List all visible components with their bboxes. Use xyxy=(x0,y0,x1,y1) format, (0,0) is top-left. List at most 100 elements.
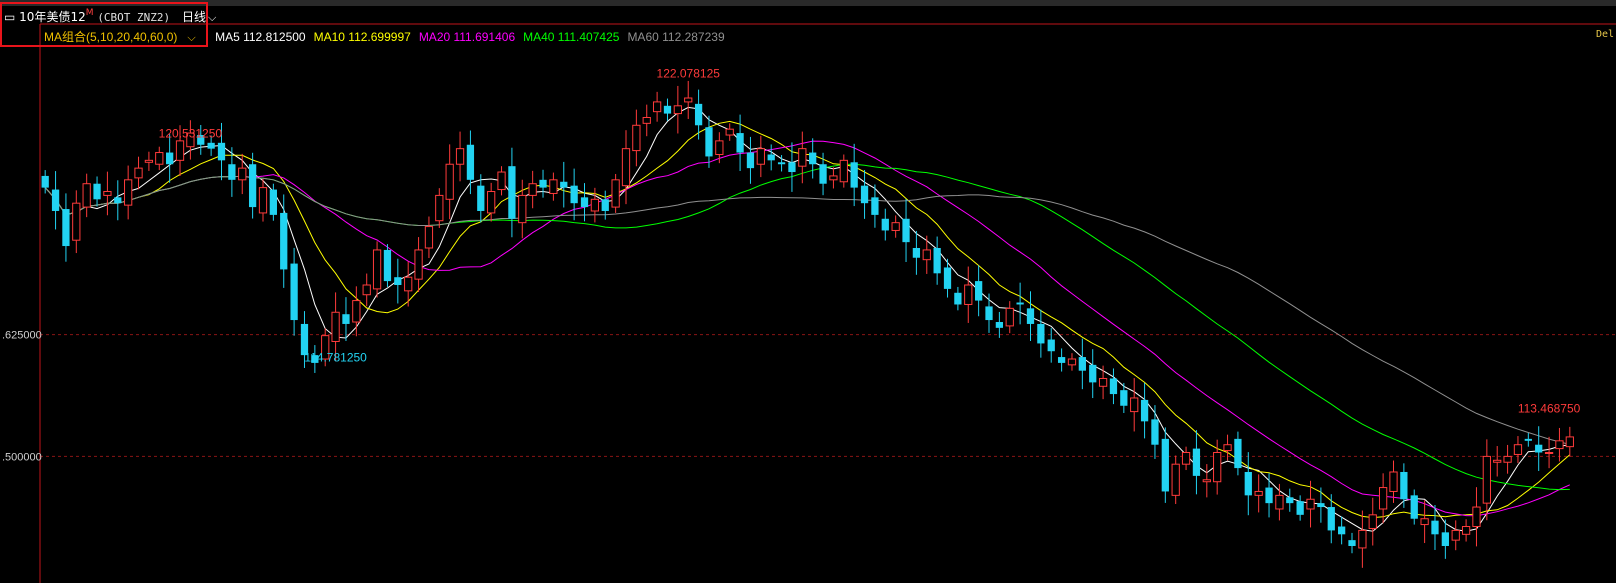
candle-up xyxy=(1482,455,1491,504)
candle-up xyxy=(1130,397,1139,413)
candle-down xyxy=(1244,471,1252,496)
candle-up xyxy=(715,140,724,155)
candle-up xyxy=(1555,440,1564,450)
candle-up xyxy=(839,159,848,183)
menu-icon[interactable]: ▭ xyxy=(4,10,15,24)
period-selector[interactable]: 日线 ⌵ xyxy=(182,10,216,24)
instrument-title[interactable]: ▭ 10年美债12M (CBOT ZNZ2) 日线 ⌵ xyxy=(4,8,216,25)
candle-down xyxy=(1089,364,1097,383)
candle-down xyxy=(1327,507,1335,531)
candle-down xyxy=(860,185,869,204)
candle-down xyxy=(1192,448,1201,476)
candle-down xyxy=(207,142,215,149)
candle-down xyxy=(1296,501,1304,515)
candle-up xyxy=(1420,518,1429,526)
candle-up xyxy=(1275,494,1284,510)
price-annotation: 114.781250 xyxy=(304,351,367,365)
candle-up xyxy=(134,167,143,179)
candle-down xyxy=(912,247,921,258)
chevron-down-icon: ⌵ xyxy=(208,11,217,24)
y-tick-label: .625000 xyxy=(2,330,42,342)
candle-up xyxy=(673,105,682,115)
candle-down xyxy=(933,247,941,274)
candle-up xyxy=(352,300,361,323)
ma-legend-ma40: MA40 111.407425 xyxy=(523,30,620,44)
candle-down xyxy=(1348,540,1356,546)
candle-down xyxy=(1535,444,1543,453)
instrument-code: (CBOT ZNZ2) xyxy=(97,11,171,24)
candle-up xyxy=(1098,377,1108,387)
candle-down xyxy=(1047,339,1055,352)
candle-up xyxy=(922,249,931,261)
candle-down xyxy=(746,152,755,169)
candle-up xyxy=(331,311,340,342)
candle-down xyxy=(114,197,122,204)
candle-up xyxy=(611,179,620,208)
candle-down xyxy=(1317,503,1325,508)
contract-suffix: M xyxy=(85,8,94,18)
candle-up xyxy=(1368,514,1377,529)
candle-down xyxy=(943,267,952,289)
candle-up xyxy=(1461,526,1471,535)
candle-down xyxy=(1338,526,1346,535)
candle-up xyxy=(1513,444,1523,455)
candle-down xyxy=(62,209,70,247)
candle-down xyxy=(570,185,578,204)
candlestick-chart[interactable]: .625000 .500000 120.531250 114.781250 122.07… xyxy=(0,0,1616,583)
ma-legend-ma20: MA20 111.691406 xyxy=(418,30,516,44)
candle-down xyxy=(850,162,858,188)
candle-down xyxy=(166,152,174,165)
candle-down xyxy=(954,292,962,305)
ma-line-ma10 xyxy=(44,120,1571,519)
candle-down xyxy=(1026,308,1035,324)
candle-down xyxy=(248,164,257,208)
candle-up xyxy=(632,124,641,152)
ma-legend-ma5: MA5 112.812500 xyxy=(215,30,306,44)
candle-down xyxy=(290,263,298,321)
y-tick-label: .500000 xyxy=(2,451,42,463)
candle-up xyxy=(155,152,164,165)
candle-down xyxy=(788,162,796,173)
candle-up xyxy=(1493,459,1502,463)
candle-down xyxy=(809,152,817,165)
candle-down xyxy=(228,164,236,180)
candle-down xyxy=(1265,487,1273,504)
candle-down xyxy=(601,199,609,211)
candle-up xyxy=(1389,471,1398,492)
ma-line-ma60 xyxy=(44,175,1570,445)
candle-up xyxy=(1171,463,1180,496)
instrument-name: 10年美债12 xyxy=(19,10,86,24)
candle-up xyxy=(372,249,382,290)
candle-down xyxy=(466,144,475,180)
candle-down xyxy=(580,197,589,208)
candle-up xyxy=(1306,498,1315,510)
ma-group-selector[interactable]: MA组合(5,10,20,40,60,0) ⌵ xyxy=(44,30,204,44)
candle-up xyxy=(798,148,807,167)
candle-down xyxy=(1524,438,1532,441)
candle-up xyxy=(756,148,765,165)
candle-down xyxy=(51,189,60,211)
candle-down xyxy=(1140,399,1149,422)
candle-up xyxy=(518,194,527,224)
candle-up xyxy=(435,194,444,222)
ma-legend-items: MA5 112.812500 MA10 112.699997 MA20 111.69… xyxy=(215,30,733,44)
price-annotation: 122.078125 xyxy=(657,66,721,80)
ma-line-ma5 xyxy=(44,106,1570,532)
candle-up xyxy=(404,276,413,292)
candle-down xyxy=(93,183,101,200)
candle-down xyxy=(663,105,672,114)
candle-up xyxy=(144,159,154,163)
ma-legend-ma10: MA10 112.699997 xyxy=(313,30,411,44)
candle-up xyxy=(1472,506,1481,528)
corner-label: Del xyxy=(1595,29,1614,40)
candle-down xyxy=(1286,497,1294,504)
candle-down xyxy=(41,175,49,188)
ma-group-label: MA组合(5,10,20,40,60,0) xyxy=(44,30,178,44)
candle-up xyxy=(1565,436,1574,448)
candle-down xyxy=(217,142,226,161)
candle-down xyxy=(383,249,392,282)
candle-up xyxy=(725,128,734,136)
candle-down xyxy=(995,322,1004,328)
candle-down xyxy=(560,181,568,188)
candle-down xyxy=(342,314,350,324)
